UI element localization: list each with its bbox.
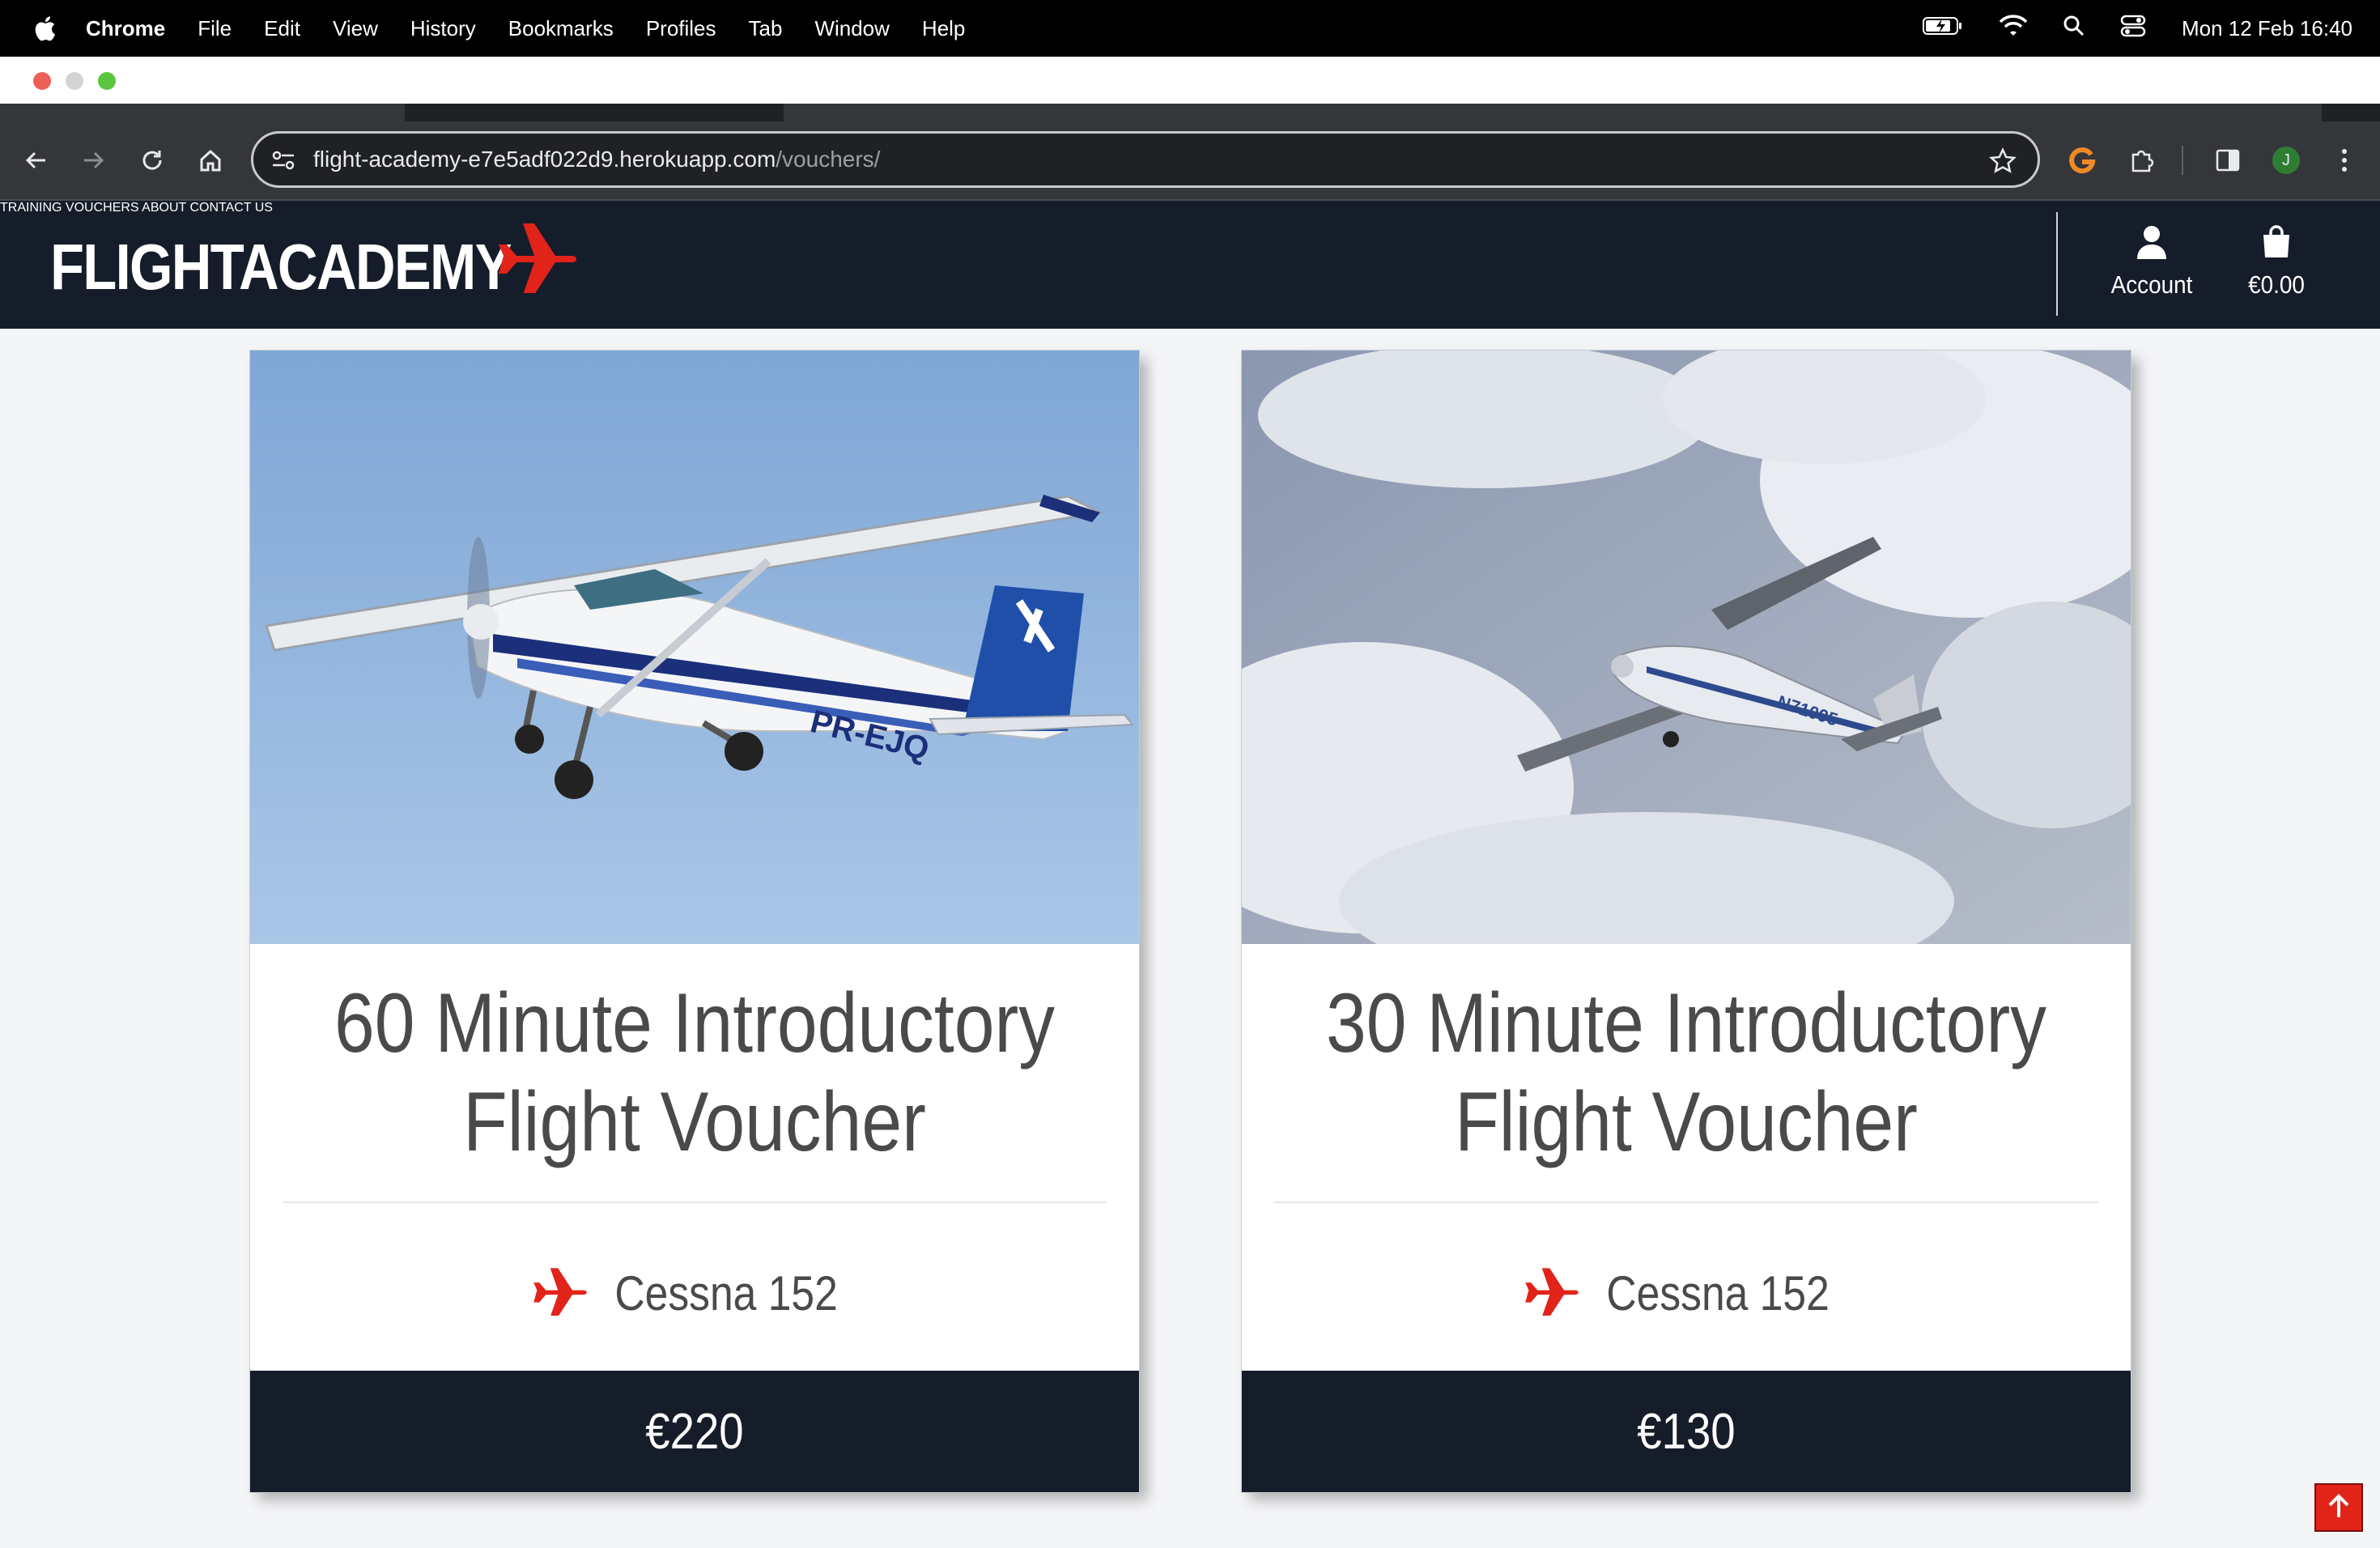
cart-button[interactable]: €0.00 [2228, 225, 2325, 300]
menu-file[interactable]: File [198, 16, 232, 41]
close-window-button[interactable] [33, 72, 51, 90]
menu-profiles[interactable]: Profiles [646, 16, 716, 41]
battery-icon[interactable] [1922, 16, 1963, 41]
menu-help[interactable]: Help [922, 16, 965, 41]
logo-airplane-icon [499, 222, 576, 297]
voucher-card[interactable]: PR-EJQ 60 Minute Introductory Flight Vou… [249, 350, 1140, 1493]
header-divider [2056, 212, 2058, 316]
voucher-price-bar[interactable]: €220 [250, 1371, 1139, 1492]
menu-bookmarks[interactable]: Bookmarks [508, 16, 614, 41]
voucher-title-line-1: 60 Minute Introductory [334, 976, 1055, 1070]
site-logo[interactable]: FLIGHTACADEMY [50, 230, 512, 304]
browser-toolbar: flight-academy-e7e5adf022d9.herokuapp.co… [0, 121, 2380, 201]
url-path: /vouchers/ [776, 147, 881, 172]
voucher-title[interactable]: 30 Minute Introductory Flight Voucher [1304, 974, 2068, 1172]
tab-strip [0, 104, 2380, 121]
cart-total: €0.00 [2248, 270, 2305, 299]
back-to-top-button[interactable] [2314, 1483, 2363, 1532]
window-titlebar [0, 57, 2380, 104]
reload-icon[interactable] [136, 144, 168, 176]
menu-tab[interactable]: Tab [749, 16, 783, 41]
browser-tab-active[interactable] [784, 104, 2322, 121]
voucher-title-line-2: Flight Voucher [463, 1075, 926, 1169]
address-bar[interactable]: flight-academy-e7e5adf022d9.herokuapp.co… [251, 131, 2040, 188]
home-icon[interactable] [194, 144, 227, 176]
site-settings-icon[interactable] [271, 149, 295, 176]
account-button[interactable]: Account [2103, 225, 2200, 300]
toolbar-separator [2182, 146, 2183, 175]
macos-menu-bar: Chrome File Edit View History Bookmarks … [0, 0, 2380, 57]
voucher-title[interactable]: 60 Minute Introductory Flight Voucher [312, 974, 1077, 1172]
control-center-icon[interactable] [2120, 15, 2146, 43]
card-divider [283, 1201, 1107, 1203]
bookmark-star-icon[interactable] [1989, 147, 2017, 179]
url-host: flight-academy-e7e5adf022d9.herokuapp.co… [313, 147, 776, 172]
menu-app-name[interactable]: Chrome [86, 16, 165, 41]
nav-training[interactable]: TRAINING [0, 201, 62, 215]
menubar-clock[interactable]: Mon 12 Feb 16:40 [2182, 16, 2352, 41]
menu-edit[interactable]: Edit [264, 16, 300, 41]
airplane-icon [533, 1267, 587, 1320]
menu-history[interactable]: History [410, 16, 476, 41]
profile-initial: J [2272, 147, 2300, 174]
chrome-menu-icon[interactable] [2328, 144, 2361, 176]
airplane-icon [1525, 1267, 1579, 1320]
voucher-title-line-1: 30 Minute Introductory [1326, 976, 2046, 1070]
nav-contact-us[interactable]: CONTACT US [189, 201, 273, 215]
main-nav: TRAINING VOUCHERS ABOUT CONTACT US [0, 201, 2380, 215]
maximize-window-button[interactable] [98, 72, 116, 90]
forward-arrow-icon[interactable] [78, 144, 110, 176]
apple-icon[interactable] [32, 15, 57, 42]
extensions-puzzle-icon[interactable] [2126, 144, 2158, 176]
voucher-price: €130 [1637, 1403, 1736, 1460]
side-panel-icon[interactable] [2212, 144, 2244, 176]
voucher-price: €220 [645, 1403, 744, 1460]
aircraft-name: Cessna 152 [1606, 1266, 1830, 1320]
minimize-window-button[interactable] [66, 72, 83, 90]
menu-window[interactable]: Window [814, 16, 889, 41]
voucher-title-line-2: Flight Voucher [1455, 1075, 1918, 1169]
nav-vouchers[interactable]: VOUCHERS [66, 201, 139, 215]
profile-avatar[interactable]: J [2270, 144, 2302, 176]
site-header: FLIGHTACADEMY TRAINING VOUCHERS ABOUT CO… [0, 201, 2380, 329]
voucher-photo-cessna-blue-sky[interactable]: PR-EJQ [250, 351, 1139, 944]
back-arrow-icon[interactable] [19, 144, 52, 176]
voucher-photo-cessna-cloudy-sky[interactable]: N71095 [1242, 351, 2131, 944]
browser-tab[interactable] [0, 104, 405, 121]
voucher-card[interactable]: N71095 30 Minute Introductory Flight Vou… [1241, 350, 2131, 1493]
nav-about[interactable]: ABOUT [142, 201, 186, 215]
aircraft-type: Cessna 152 [1242, 1265, 2131, 1321]
wifi-icon[interactable] [1999, 14, 2028, 43]
arrow-up-icon [2327, 1493, 2351, 1523]
account-label: Account [2110, 270, 2193, 299]
url-text[interactable]: flight-academy-e7e5adf022d9.herokuapp.co… [313, 147, 880, 172]
voucher-price-bar[interactable]: €130 [1242, 1371, 2131, 1492]
aircraft-name: Cessna 152 [614, 1266, 838, 1320]
shopping-bag-icon [2261, 225, 2292, 265]
card-divider [1274, 1201, 2098, 1203]
menu-view[interactable]: View [333, 16, 378, 41]
user-icon [2136, 226, 2168, 265]
spotlight-search-icon[interactable] [2063, 15, 2085, 42]
aircraft-type: Cessna 152 [250, 1265, 1139, 1321]
extension-g-icon[interactable] [2066, 144, 2098, 176]
